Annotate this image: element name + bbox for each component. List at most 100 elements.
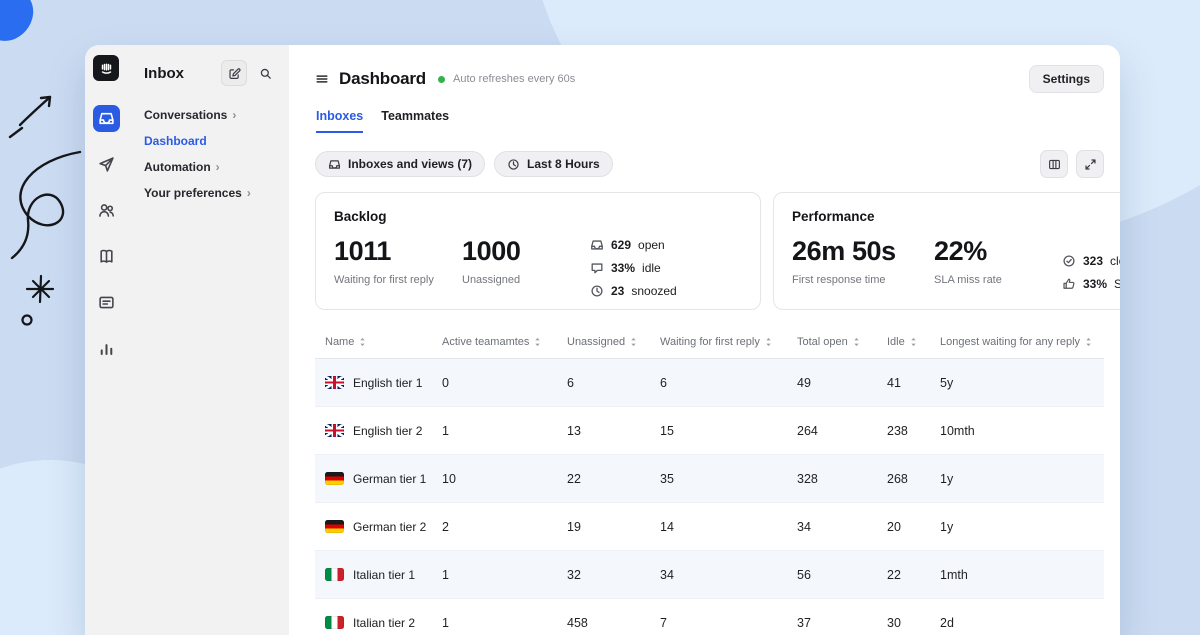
column-header-total-open[interactable]: Total open (797, 336, 887, 348)
inbox-icon (98, 110, 115, 127)
rail-item-contacts[interactable] (93, 197, 120, 224)
cell-total-open: 49 (797, 376, 887, 390)
sidebar-item-automation[interactable]: Automation › (127, 154, 289, 180)
cell-idle: 30 (887, 616, 940, 630)
cell-total-open: 264 (797, 424, 887, 438)
inboxes-and-views-filter[interactable]: Inboxes and views (7) (315, 151, 485, 177)
intercom-logo[interactable] (93, 55, 119, 81)
cell-total-open: 34 (797, 520, 887, 534)
sort-icon (853, 337, 860, 347)
inbox-name: German tier 1 (353, 472, 426, 486)
inbox-name: English tier 1 (353, 376, 422, 390)
cell-waiting: 35 (660, 472, 797, 486)
page: Inbox Conversations › (0, 0, 1200, 635)
inbox-icon (328, 158, 341, 171)
sidebar-item-your-preferences[interactable]: Your preferences › (127, 180, 289, 206)
column-header-idle[interactable]: Idle (887, 336, 940, 348)
table-row[interactable]: German tier 2 2 19 14 34 20 1y (315, 503, 1104, 551)
backlog-card-title: Backlog (334, 209, 742, 224)
tab-inboxes[interactable]: Inboxes (316, 109, 363, 133)
search-icon (259, 67, 272, 80)
cell-idle: 238 (887, 424, 940, 438)
columns-button[interactable] (1040, 150, 1068, 178)
column-header-active-teammates[interactable]: Active teamamtes (442, 336, 567, 348)
flag-icon (325, 424, 344, 437)
stat-value: 33% (611, 261, 635, 275)
cell-unassigned: 13 (567, 424, 660, 438)
stat-value: 629 (611, 238, 631, 252)
table-row[interactable]: Italian tier 2 1 458 7 37 30 2d (315, 599, 1104, 635)
doodle-tick (10, 128, 22, 137)
main-content: Dashboard Auto refreshes every 60s Setti… (289, 45, 1120, 635)
table-row[interactable]: English tier 2 1 13 15 264 238 10mth (315, 407, 1104, 455)
expand-button[interactable] (1076, 150, 1104, 178)
cell-idle: 20 (887, 520, 940, 534)
intercom-logo-icon (98, 60, 115, 77)
cell-idle: 41 (887, 376, 940, 390)
stat-label: Satisfaction (1114, 277, 1120, 291)
corner-blue-shape (0, 0, 41, 50)
time-filter-label: Last 8 Hours (527, 157, 600, 171)
cell-active-teammates: 1 (442, 424, 567, 438)
rail-item-inbox[interactable] (93, 105, 120, 132)
doodle-arrow-line (20, 97, 50, 125)
table-row[interactable]: English tier 1 0 6 6 49 41 5y (315, 359, 1104, 407)
doodle-squiggle (12, 152, 80, 258)
hand-drawn-doodles (0, 80, 92, 350)
inbox-name: Italian tier 2 (353, 616, 415, 630)
table-row[interactable]: German tier 1 10 22 35 328 268 1y (315, 455, 1104, 503)
page-title: Dashboard (339, 69, 426, 89)
metric-value: 1011 (334, 238, 462, 265)
doodle-circle (23, 316, 32, 325)
inbox-name-cell: English tier 2 (325, 424, 442, 438)
rail-item-knowledge[interactable] (93, 243, 120, 270)
rail-item-outbound[interactable] (93, 151, 120, 178)
flag-icon (325, 376, 344, 389)
cell-unassigned: 22 (567, 472, 660, 486)
sidebar-item-dashboard[interactable]: Dashboard (127, 128, 289, 154)
stat-value: 33% (1083, 277, 1107, 291)
sidebar-item-conversations[interactable]: Conversations › (127, 102, 289, 128)
collapse-sidebar-button[interactable] (315, 72, 329, 86)
sidebar-items: Conversations › Dashboard Automation › Y… (127, 102, 289, 206)
inboxes-table: Name Active teamamtes Unassigned Waiting… (315, 326, 1104, 635)
doodle-sparkle (27, 276, 53, 302)
stat-label: snoozed (631, 284, 676, 298)
stat-satisfaction: 33% Satisfaction (1062, 277, 1120, 291)
sort-icon (765, 337, 772, 347)
metric-unassigned: 1000 Unassigned (462, 238, 590, 298)
inbox-icon (590, 238, 604, 252)
ticket-panel-icon (98, 294, 115, 311)
time-range-filter[interactable]: Last 8 Hours (494, 151, 613, 177)
rail-item-tickets[interactable] (93, 289, 120, 316)
performance-metrics: 26m 50s First response time 22% SLA miss… (792, 238, 1120, 293)
sidebar-item-label: Automation (144, 160, 211, 174)
column-header-name[interactable]: Name (325, 336, 442, 348)
chevron-right-icon: › (216, 161, 220, 173)
cell-waiting: 6 (660, 376, 797, 390)
compose-button[interactable] (221, 60, 247, 86)
metric-waiting-first-reply: 1011 Waiting for first reply (334, 238, 462, 298)
chevron-right-icon: › (247, 187, 251, 199)
app-window: Inbox Conversations › (85, 45, 1120, 635)
search-button[interactable] (253, 61, 277, 85)
chat-bubble-icon (590, 261, 604, 275)
backlog-stats: 629 open 33% idle (590, 238, 742, 298)
table-row[interactable]: Italian tier 1 1 32 34 56 22 1mth (315, 551, 1104, 599)
cell-unassigned: 458 (567, 616, 660, 630)
cell-waiting: 14 (660, 520, 797, 534)
column-header-longest-waiting[interactable]: Longest waiting for any reply (940, 336, 1094, 348)
flag-icon (325, 616, 344, 629)
metric-value: 1000 (462, 238, 590, 265)
cell-active-teammates: 0 (442, 376, 567, 390)
settings-button[interactable]: Settings (1029, 65, 1104, 93)
sort-icon (630, 337, 637, 347)
cell-longest-waiting: 10mth (940, 424, 1094, 438)
rail-item-reports[interactable] (93, 335, 120, 362)
column-header-unassigned[interactable]: Unassigned (567, 336, 660, 348)
column-header-waiting-for-first-reply[interactable]: Waiting for first reply (660, 336, 797, 348)
performance-card: Performance 26m 50s First response time … (773, 192, 1120, 310)
icon-rail (85, 45, 127, 635)
inbox-name: Italian tier 1 (353, 568, 415, 582)
tab-teammates[interactable]: Teammates (381, 109, 449, 133)
